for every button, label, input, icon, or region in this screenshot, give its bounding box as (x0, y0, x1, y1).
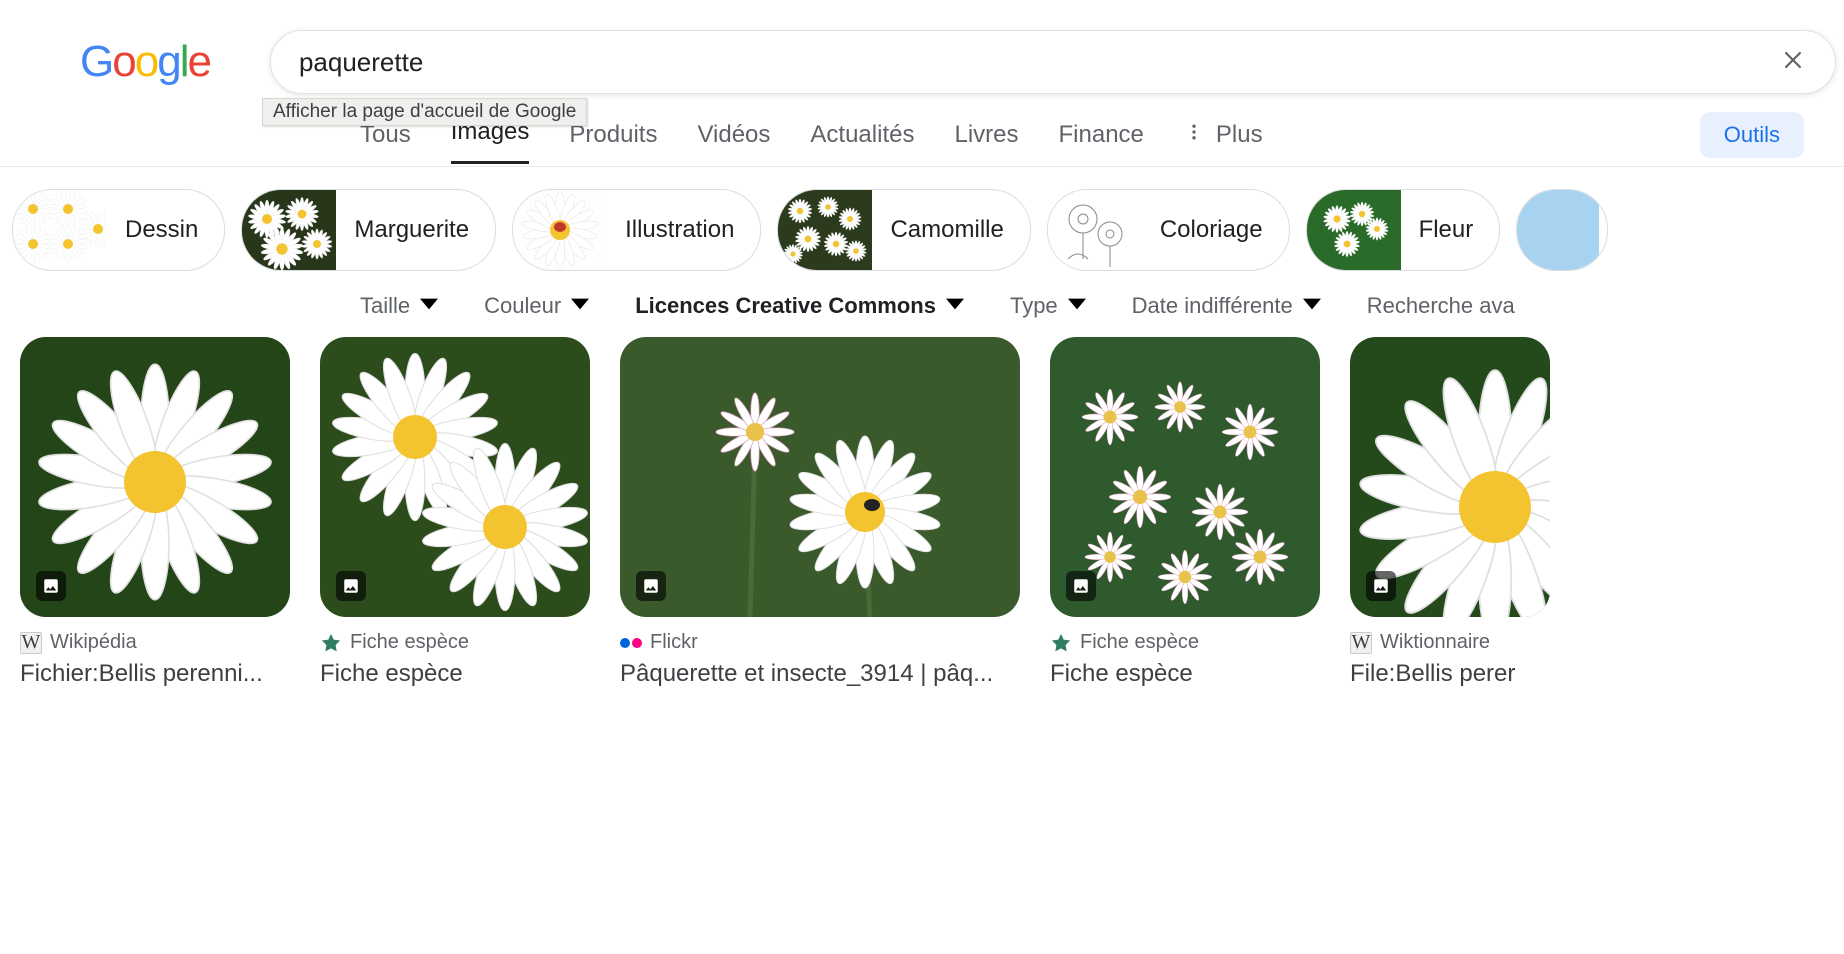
license-icon (36, 571, 66, 601)
clear-search-button[interactable] (1779, 48, 1807, 76)
chip-camomille-label: Camomille (872, 216, 1029, 244)
result-card[interactable]: Fiche espèce Fiche espèce (1050, 337, 1320, 688)
tab-finance[interactable]: Finance (1059, 109, 1144, 161)
result-source: Flickr (650, 631, 698, 654)
close-icon (1780, 47, 1806, 78)
favicon-star (1050, 632, 1072, 654)
chip-dessin[interactable]: Dessin (12, 189, 225, 271)
tab-videos[interactable]: Vidéos (697, 109, 770, 161)
chip-illustration-label: Illustration (607, 216, 760, 244)
result-thumb[interactable] (1050, 337, 1320, 617)
search-input[interactable] (299, 47, 1779, 78)
result-source: Fiche espèce (1080, 631, 1199, 654)
chip-camomille-thumb (778, 189, 872, 271)
chip-camomille[interactable]: Camomille (777, 189, 1030, 271)
filter-license-label: Licences Creative Commons (635, 293, 936, 319)
result-title: Fichier:Bellis perenni... (20, 660, 290, 688)
chevron-down-icon (1068, 293, 1086, 319)
tools-button[interactable]: Outils (1700, 112, 1804, 158)
license-icon (336, 571, 366, 601)
result-thumb[interactable] (1350, 337, 1550, 617)
chip-coloriage-thumb (1048, 189, 1142, 271)
result-source: Wiktionnaire (1380, 631, 1490, 654)
filter-date-label: Date indifférente (1132, 293, 1293, 319)
filter-color-label: Couleur (484, 293, 561, 319)
chip-illustration-thumb (513, 189, 607, 271)
result-title: File:Bellis perer (1350, 660, 1550, 688)
result-thumb[interactable] (320, 337, 590, 617)
chip-coloriage[interactable]: Coloriage (1047, 189, 1290, 271)
more-icon (1184, 121, 1204, 149)
chip-fleur-thumb (1307, 189, 1401, 271)
filter-type-label: Type (1010, 293, 1058, 319)
chevron-down-icon (946, 293, 964, 319)
chip-dessin-label: Dessin (107, 216, 224, 244)
tab-more-label: Plus (1216, 121, 1263, 149)
result-card[interactable]: Flickr Pâquerette et insecte_3914 | pâq.… (620, 337, 1020, 688)
chip-dessin-thumb (13, 189, 107, 271)
chip-fleur[interactable]: Fleur (1306, 189, 1501, 271)
favicon-wikipedia: W (20, 632, 42, 654)
filter-advanced[interactable]: Recherche ava (1367, 293, 1515, 319)
chevron-down-icon (420, 293, 438, 319)
chip-more-thumb (1517, 189, 1599, 271)
filter-size[interactable]: Taille (360, 293, 438, 319)
license-icon (1066, 571, 1096, 601)
filter-date[interactable]: Date indifférente (1132, 293, 1321, 319)
chip-more[interactable] (1516, 189, 1608, 271)
chip-marguerite[interactable]: Marguerite (241, 189, 496, 271)
filter-advanced-label: Recherche ava (1367, 293, 1515, 319)
chip-illustration[interactable]: Illustration (512, 189, 761, 271)
chip-marguerite-label: Marguerite (336, 216, 495, 244)
filter-size-label: Taille (360, 293, 410, 319)
chip-fleur-label: Fleur (1401, 216, 1500, 244)
chevron-down-icon (571, 293, 589, 319)
result-source: Fiche espèce (350, 631, 469, 654)
result-source: Wikipédia (50, 631, 137, 654)
result-title: Fiche espèce (1050, 660, 1320, 688)
result-card[interactable]: W Wikipédia Fichier:Bellis perenni... (20, 337, 290, 688)
favicon-star (320, 632, 342, 654)
result-title: Pâquerette et insecte_3914 | pâq... (620, 660, 1020, 688)
favicon-flickr (620, 632, 642, 654)
logo-tooltip: Afficher la page d'accueil de Google (262, 98, 587, 126)
tab-more[interactable]: Plus (1184, 121, 1263, 149)
license-icon (1366, 571, 1396, 601)
filter-license[interactable]: Licences Creative Commons (635, 293, 964, 319)
result-thumb[interactable] (20, 337, 290, 617)
result-card[interactable]: Fiche espèce Fiche espèce (320, 337, 590, 688)
google-logo[interactable]: Google (80, 37, 210, 87)
filter-type[interactable]: Type (1010, 293, 1086, 319)
result-thumb[interactable] (620, 337, 1020, 617)
result-title: Fiche espèce (320, 660, 590, 688)
chevron-down-icon (1303, 293, 1321, 319)
result-card[interactable]: W Wiktionnaire File:Bellis perer (1350, 337, 1550, 688)
filter-color[interactable]: Couleur (484, 293, 589, 319)
search-bar[interactable] (270, 30, 1836, 94)
tab-news[interactable]: Actualités (810, 109, 914, 161)
chip-coloriage-label: Coloriage (1142, 216, 1289, 244)
tab-books[interactable]: Livres (954, 109, 1018, 161)
license-icon (636, 571, 666, 601)
chip-marguerite-thumb (242, 189, 336, 271)
favicon-wiktionary: W (1350, 632, 1372, 654)
